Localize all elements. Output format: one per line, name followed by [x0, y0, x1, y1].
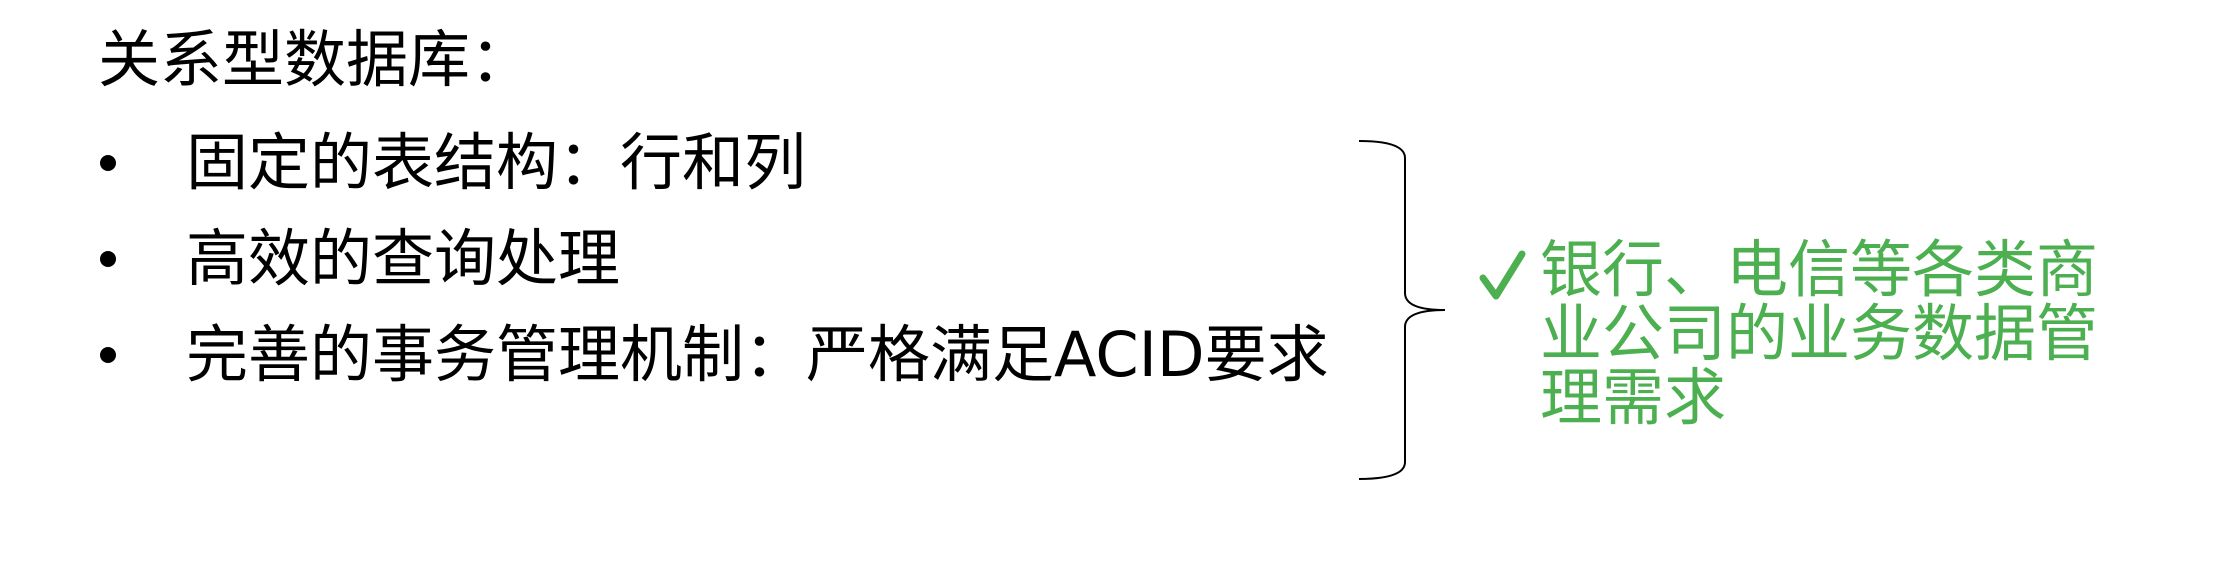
conclusion-note: 银行、电信等各类商业公司的业务数据管理需求 [1478, 238, 2098, 430]
bullet-icon [100, 155, 116, 171]
bullet-icon [100, 347, 116, 363]
list-item-text: 完善的事务管理机制：严格满足ACID要求 [186, 318, 1329, 391]
list-item: 完善的事务管理机制：严格满足ACID要求 [98, 307, 1348, 403]
list-item: 高效的查询处理 [98, 211, 1348, 307]
conclusion-text: 银行、电信等各类商业公司的业务数据管理需求 [1540, 233, 2099, 434]
list-item-text: 高效的查询处理 [186, 222, 621, 295]
page-heading: 关系型数据库： [98, 23, 533, 96]
list-item: 固定的表结构：行和列 [98, 115, 1348, 211]
right-brace-icon [1358, 140, 1445, 480]
list-item-text: 固定的表结构：行和列 [186, 126, 807, 199]
feature-list: 固定的表结构：行和列 高效的查询处理 完善的事务管理机制：严格满足ACID要求 [98, 115, 1348, 403]
bullet-icon [100, 251, 116, 267]
check-icon [1479, 250, 1526, 300]
